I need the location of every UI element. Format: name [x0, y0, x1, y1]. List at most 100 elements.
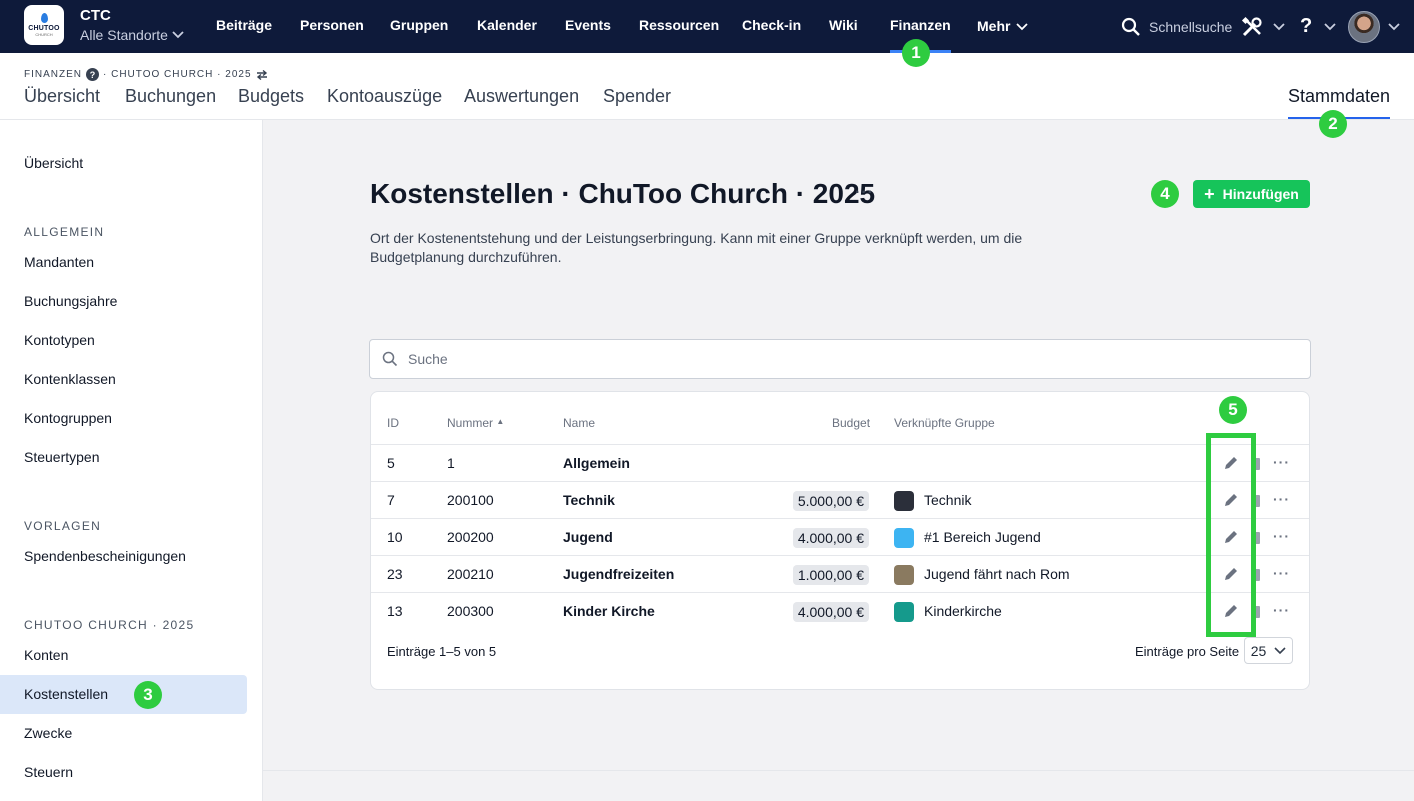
- cell-group[interactable]: Jugend fährt nach Rom: [924, 556, 1070, 593]
- sidebar-item-steuern[interactable]: Steuern: [0, 753, 247, 792]
- nav-beitraege[interactable]: Beiträge: [216, 0, 272, 53]
- search-icon: [1121, 17, 1140, 36]
- footer-divider: [263, 770, 1414, 771]
- search-field[interactable]: [369, 339, 1311, 379]
- tab-buchungen[interactable]: Buchungen: [125, 86, 216, 119]
- org-name: CTC: [80, 7, 111, 24]
- cell-name[interactable]: Jugend: [563, 519, 613, 556]
- column-header-budget[interactable]: Budget: [832, 416, 870, 430]
- sidebar-item-zwecke[interactable]: Zwecke: [0, 714, 247, 753]
- quick-search-label: Schnellsuche: [1149, 18, 1233, 35]
- sidebar-item-buchungsjahre[interactable]: Buchungsjahre: [0, 282, 247, 321]
- swap-icon[interactable]: [256, 69, 268, 80]
- user-menu[interactable]: [1348, 0, 1400, 53]
- location-selector[interactable]: Alle Standorte: [80, 25, 184, 45]
- cost-centers-table: ID Nummer ▲ Name Budget Verknüpfte Grupp…: [370, 391, 1310, 690]
- help-menu[interactable]: ?: [1300, 0, 1336, 53]
- per-page-label: Einträge pro Seite: [1135, 644, 1240, 659]
- sort-ascending-icon: ▲: [496, 417, 505, 426]
- breadcrumb-section[interactable]: FINANZEN: [24, 69, 82, 80]
- breadcrumb-context: · CHUTOO CHURCH · 2025: [103, 69, 252, 80]
- sidebar-item-spendenbescheinigungen[interactable]: Spendenbescheinigungen: [0, 537, 247, 576]
- location-label: Alle Standorte: [80, 27, 168, 43]
- breadcrumb: FINANZEN ? · CHUTOO CHURCH · 2025: [24, 68, 268, 81]
- sidebar-item-kontogruppen[interactable]: Kontogruppen: [0, 399, 247, 438]
- sidebar-item-konten[interactable]: Konten: [0, 636, 247, 675]
- title-options-menu[interactable]: ···: [855, 184, 874, 202]
- cell-name[interactable]: Technik: [563, 482, 615, 519]
- tab-auswertungen[interactable]: Auswertungen: [464, 86, 579, 119]
- settings-sidebar: Übersicht ALLGEMEIN Mandanten Buchungsja…: [0, 120, 263, 801]
- page-title: Kostenstellen · ChuToo Church · 2025: [370, 178, 876, 209]
- nav-check-in[interactable]: Check-in: [742, 0, 801, 53]
- group-avatar: [894, 491, 914, 511]
- cell-group[interactable]: Kinderkirche: [924, 593, 1002, 630]
- sidebar-item-kontotypen[interactable]: Kontotypen: [0, 321, 247, 360]
- annotation-marker-3: 3: [134, 681, 162, 709]
- cell-group[interactable]: #1 Bereich Jugend: [924, 519, 1041, 556]
- cell-number: 200200: [447, 529, 494, 545]
- column-header-id[interactable]: ID: [387, 416, 399, 430]
- chevron-down-icon: [1274, 646, 1286, 654]
- finance-subheader: FINANZEN ? · CHUTOO CHURCH · 2025 Übersi…: [0, 53, 1414, 120]
- tab-budgets[interactable]: Budgets: [238, 86, 304, 119]
- user-avatar: [1348, 10, 1380, 43]
- annotation-marker-1: 1: [902, 39, 930, 67]
- nav-personen[interactable]: Personen: [300, 0, 364, 53]
- row-options-menu[interactable]: ···: [1273, 519, 1290, 553]
- sidebar-item-uebersicht[interactable]: Übersicht: [0, 144, 247, 183]
- cell-number: 200100: [447, 492, 494, 508]
- budget-badge: 1.000,00 €: [792, 565, 869, 585]
- nav-gruppen[interactable]: Gruppen: [390, 0, 448, 53]
- cell-name[interactable]: Jugendfreizeiten: [563, 556, 674, 593]
- page-description: Ort der Kostenentstehung und der Leistun…: [370, 230, 1023, 265]
- sidebar-item-mandanten[interactable]: Mandanten: [0, 243, 247, 282]
- search-input[interactable]: [408, 348, 1288, 370]
- column-header-number[interactable]: Nummer ▲: [447, 416, 504, 430]
- row-options-menu[interactable]: ···: [1273, 593, 1290, 627]
- budget-badge: 5.000,00 €: [792, 491, 869, 511]
- annotation-marker-5: 5: [1219, 396, 1247, 424]
- cell-group[interactable]: Technik: [924, 482, 971, 519]
- help-circle-icon[interactable]: ?: [86, 68, 99, 81]
- per-page-select[interactable]: 25: [1244, 637, 1293, 664]
- tab-uebersicht[interactable]: Übersicht: [24, 86, 100, 119]
- tab-kontoauszuege[interactable]: Kontoauszüge: [327, 86, 442, 119]
- add-button-label: Hinzufügen: [1222, 186, 1299, 202]
- chevron-down-icon: [1016, 22, 1029, 30]
- chutoo-logo[interactable]: CHUTOO CHURCH: [24, 5, 64, 45]
- nav-more-menu[interactable]: Mehr: [977, 0, 1029, 53]
- tab-spender[interactable]: Spender: [603, 86, 671, 119]
- nav-wiki[interactable]: Wiki: [829, 0, 858, 53]
- nav-kalender[interactable]: Kalender: [477, 0, 537, 53]
- add-button[interactable]: + Hinzufügen: [1193, 180, 1310, 208]
- table-row[interactable]: 5 1 Allgemein ···: [371, 445, 1309, 482]
- table-row[interactable]: 10 200200 Jugend 4.000,00 € #1 Bereich J…: [371, 519, 1309, 556]
- row-options-menu[interactable]: ···: [1273, 556, 1290, 590]
- chevron-down-icon: [1273, 22, 1285, 30]
- row-options-menu[interactable]: ···: [1273, 445, 1290, 479]
- tools-menu[interactable]: [1241, 0, 1285, 53]
- nav-ressourcen[interactable]: Ressourcen: [639, 0, 719, 53]
- logo-text: CHUTOO: [28, 25, 60, 32]
- table-row[interactable]: 23 200210 Jugendfreizeiten 1.000,00 € Ju…: [371, 556, 1309, 593]
- nav-events[interactable]: Events: [565, 0, 611, 53]
- cell-name[interactable]: Kinder Kirche: [563, 593, 655, 630]
- tools-icon: [1241, 16, 1262, 36]
- column-header-number-label: Nummer: [447, 416, 494, 430]
- sidebar-item-steuertypen[interactable]: Steuertypen: [0, 438, 247, 477]
- sidebar-section-vorlagen: VORLAGEN: [24, 519, 102, 533]
- row-options-menu[interactable]: ···: [1273, 482, 1290, 516]
- quick-search[interactable]: Schnellsuche: [1121, 0, 1232, 53]
- organization-switcher[interactable]: CTC Alle Standorte: [80, 7, 184, 45]
- column-header-group[interactable]: Verknüpfte Gruppe: [894, 416, 995, 430]
- logo-subtext: CHURCH: [35, 32, 53, 37]
- cell-number: 1: [447, 455, 455, 471]
- per-page-value: 25: [1250, 642, 1267, 659]
- table-row[interactable]: 7 200100 Technik 5.000,00 € Technik ···: [371, 482, 1309, 519]
- column-header-name[interactable]: Name: [563, 416, 595, 430]
- table-row[interactable]: 13 200300 Kinder Kirche 4.000,00 € Kinde…: [371, 593, 1309, 630]
- cell-name[interactable]: Allgemein: [563, 445, 630, 482]
- sidebar-item-kostenstellen[interactable]: Kostenstellen: [0, 675, 247, 714]
- sidebar-item-kontenklassen[interactable]: Kontenklassen: [0, 360, 247, 399]
